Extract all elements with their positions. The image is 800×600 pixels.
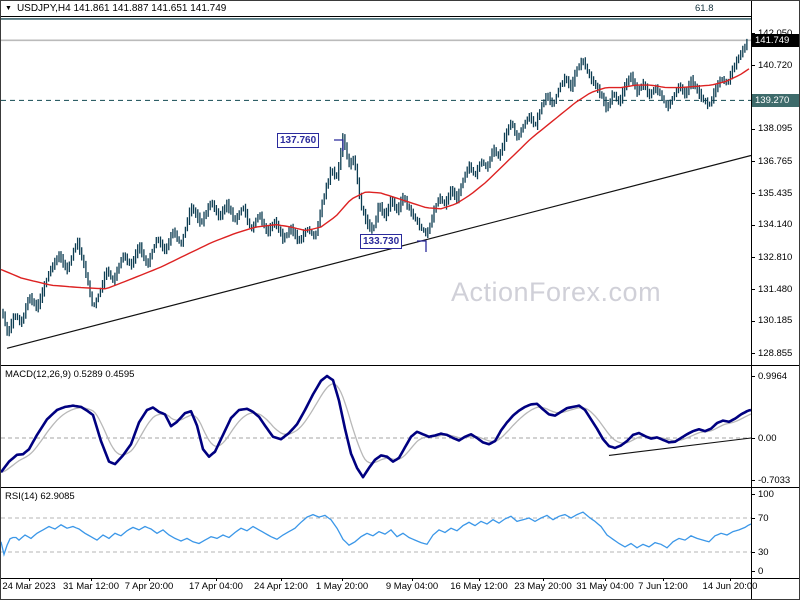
macd-axis-label: 0.00 [758, 433, 777, 444]
axis-tick [751, 129, 755, 130]
axis-tick [751, 225, 755, 226]
axis-tick [751, 161, 755, 162]
time-axis-label: 16 May 12:00 [450, 581, 508, 592]
price-axis-separator [751, 1, 752, 599]
price-axis-label: 128.855 [758, 348, 793, 359]
axis-tick [751, 518, 755, 519]
macd-axis-label: -0.7033 [758, 475, 791, 486]
rsi-axis-label: 30 [758, 547, 769, 558]
price-axis-label: 135.435 [758, 188, 793, 199]
axis-tick [751, 480, 755, 481]
rsi-plot[interactable] [1, 488, 751, 578]
axis-tick [751, 321, 755, 322]
marked-price-box: 139.270 [752, 94, 799, 107]
symbol-ohlc-label: USDJPY,H4 141.861 141.887 141.651 141.74… [16, 3, 227, 14]
macd-title: MACD(12,26,9) 0.5289 0.4595 [5, 369, 135, 380]
time-axis-label: 23 May 20:00 [514, 581, 572, 592]
time-axis-label: 9 May 04:00 [385, 581, 439, 592]
axis-tick [751, 257, 755, 258]
axis-tick [751, 289, 755, 290]
price-axis-label: 134.140 [758, 219, 793, 230]
axis-tick [751, 552, 755, 553]
time-axis-label: 7 Jun 12:00 [638, 581, 688, 592]
dropdown-arrow-icon[interactable]: ▼ [5, 5, 12, 12]
axis-tick [751, 193, 755, 194]
price-annotation-137-760: 137.760 [277, 133, 320, 148]
time-axis-label: 24 Mar 2023 [2, 581, 56, 592]
axis-tick [751, 438, 755, 439]
time-axis-divider [1, 578, 799, 579]
price-axis-label: 138.095 [758, 123, 793, 134]
price-axis-label: 131.480 [758, 284, 793, 295]
axis-tick [751, 376, 755, 377]
chart-window: ▼ USDJPY,H4 141.861 141.887 141.651 141.… [0, 0, 800, 600]
price-axis-label: 136.765 [758, 156, 793, 167]
price-axis-label: 140.720 [758, 60, 793, 71]
moving-average-line [1, 68, 750, 290]
time-axis-label: 24 Apr 12:00 [254, 581, 308, 592]
rsi-axis-label: 70 [758, 513, 769, 524]
rsi-title: RSI(14) 62.9085 [5, 491, 75, 502]
candlestick-bars [2, 38, 748, 337]
axis-tick [751, 353, 755, 354]
axis-tick [751, 65, 755, 66]
current-price-box: 141.749 [752, 34, 799, 47]
time-axis-label: 7 Apr 20:00 [124, 581, 174, 592]
macd-plot[interactable] [1, 366, 751, 487]
price-axis-label: 130.185 [758, 315, 793, 326]
rsi-axis-label: 0 [758, 566, 764, 577]
axis-tick [751, 494, 755, 495]
price-chart-plot[interactable] [1, 16, 751, 365]
time-axis-label: 31 Mar 12:00 [63, 581, 119, 592]
time-axis-label: 17 Apr 04:00 [189, 581, 243, 592]
time-axis-label: 31 May 04:00 [576, 581, 634, 592]
axis-tick [751, 571, 755, 572]
rising-trendline [6, 154, 751, 349]
time-axis-label: 14 Jun 20:00 [702, 581, 758, 592]
fib-level-label: 61.8 [695, 3, 714, 14]
chart-header: ▼ USDJPY,H4 141.861 141.887 141.651 141.… [1, 1, 751, 16]
annotation-connector [417, 240, 427, 252]
price-axis-label: 132.810 [758, 252, 793, 263]
price-annotation-133-730: 133.730 [360, 234, 403, 249]
macd-axis-label: 0.9964 [758, 371, 788, 382]
time-axis-label: 1 May 20:00 [315, 581, 369, 592]
rsi-axis-label: 100 [758, 489, 774, 500]
annotation-connector [334, 139, 344, 151]
